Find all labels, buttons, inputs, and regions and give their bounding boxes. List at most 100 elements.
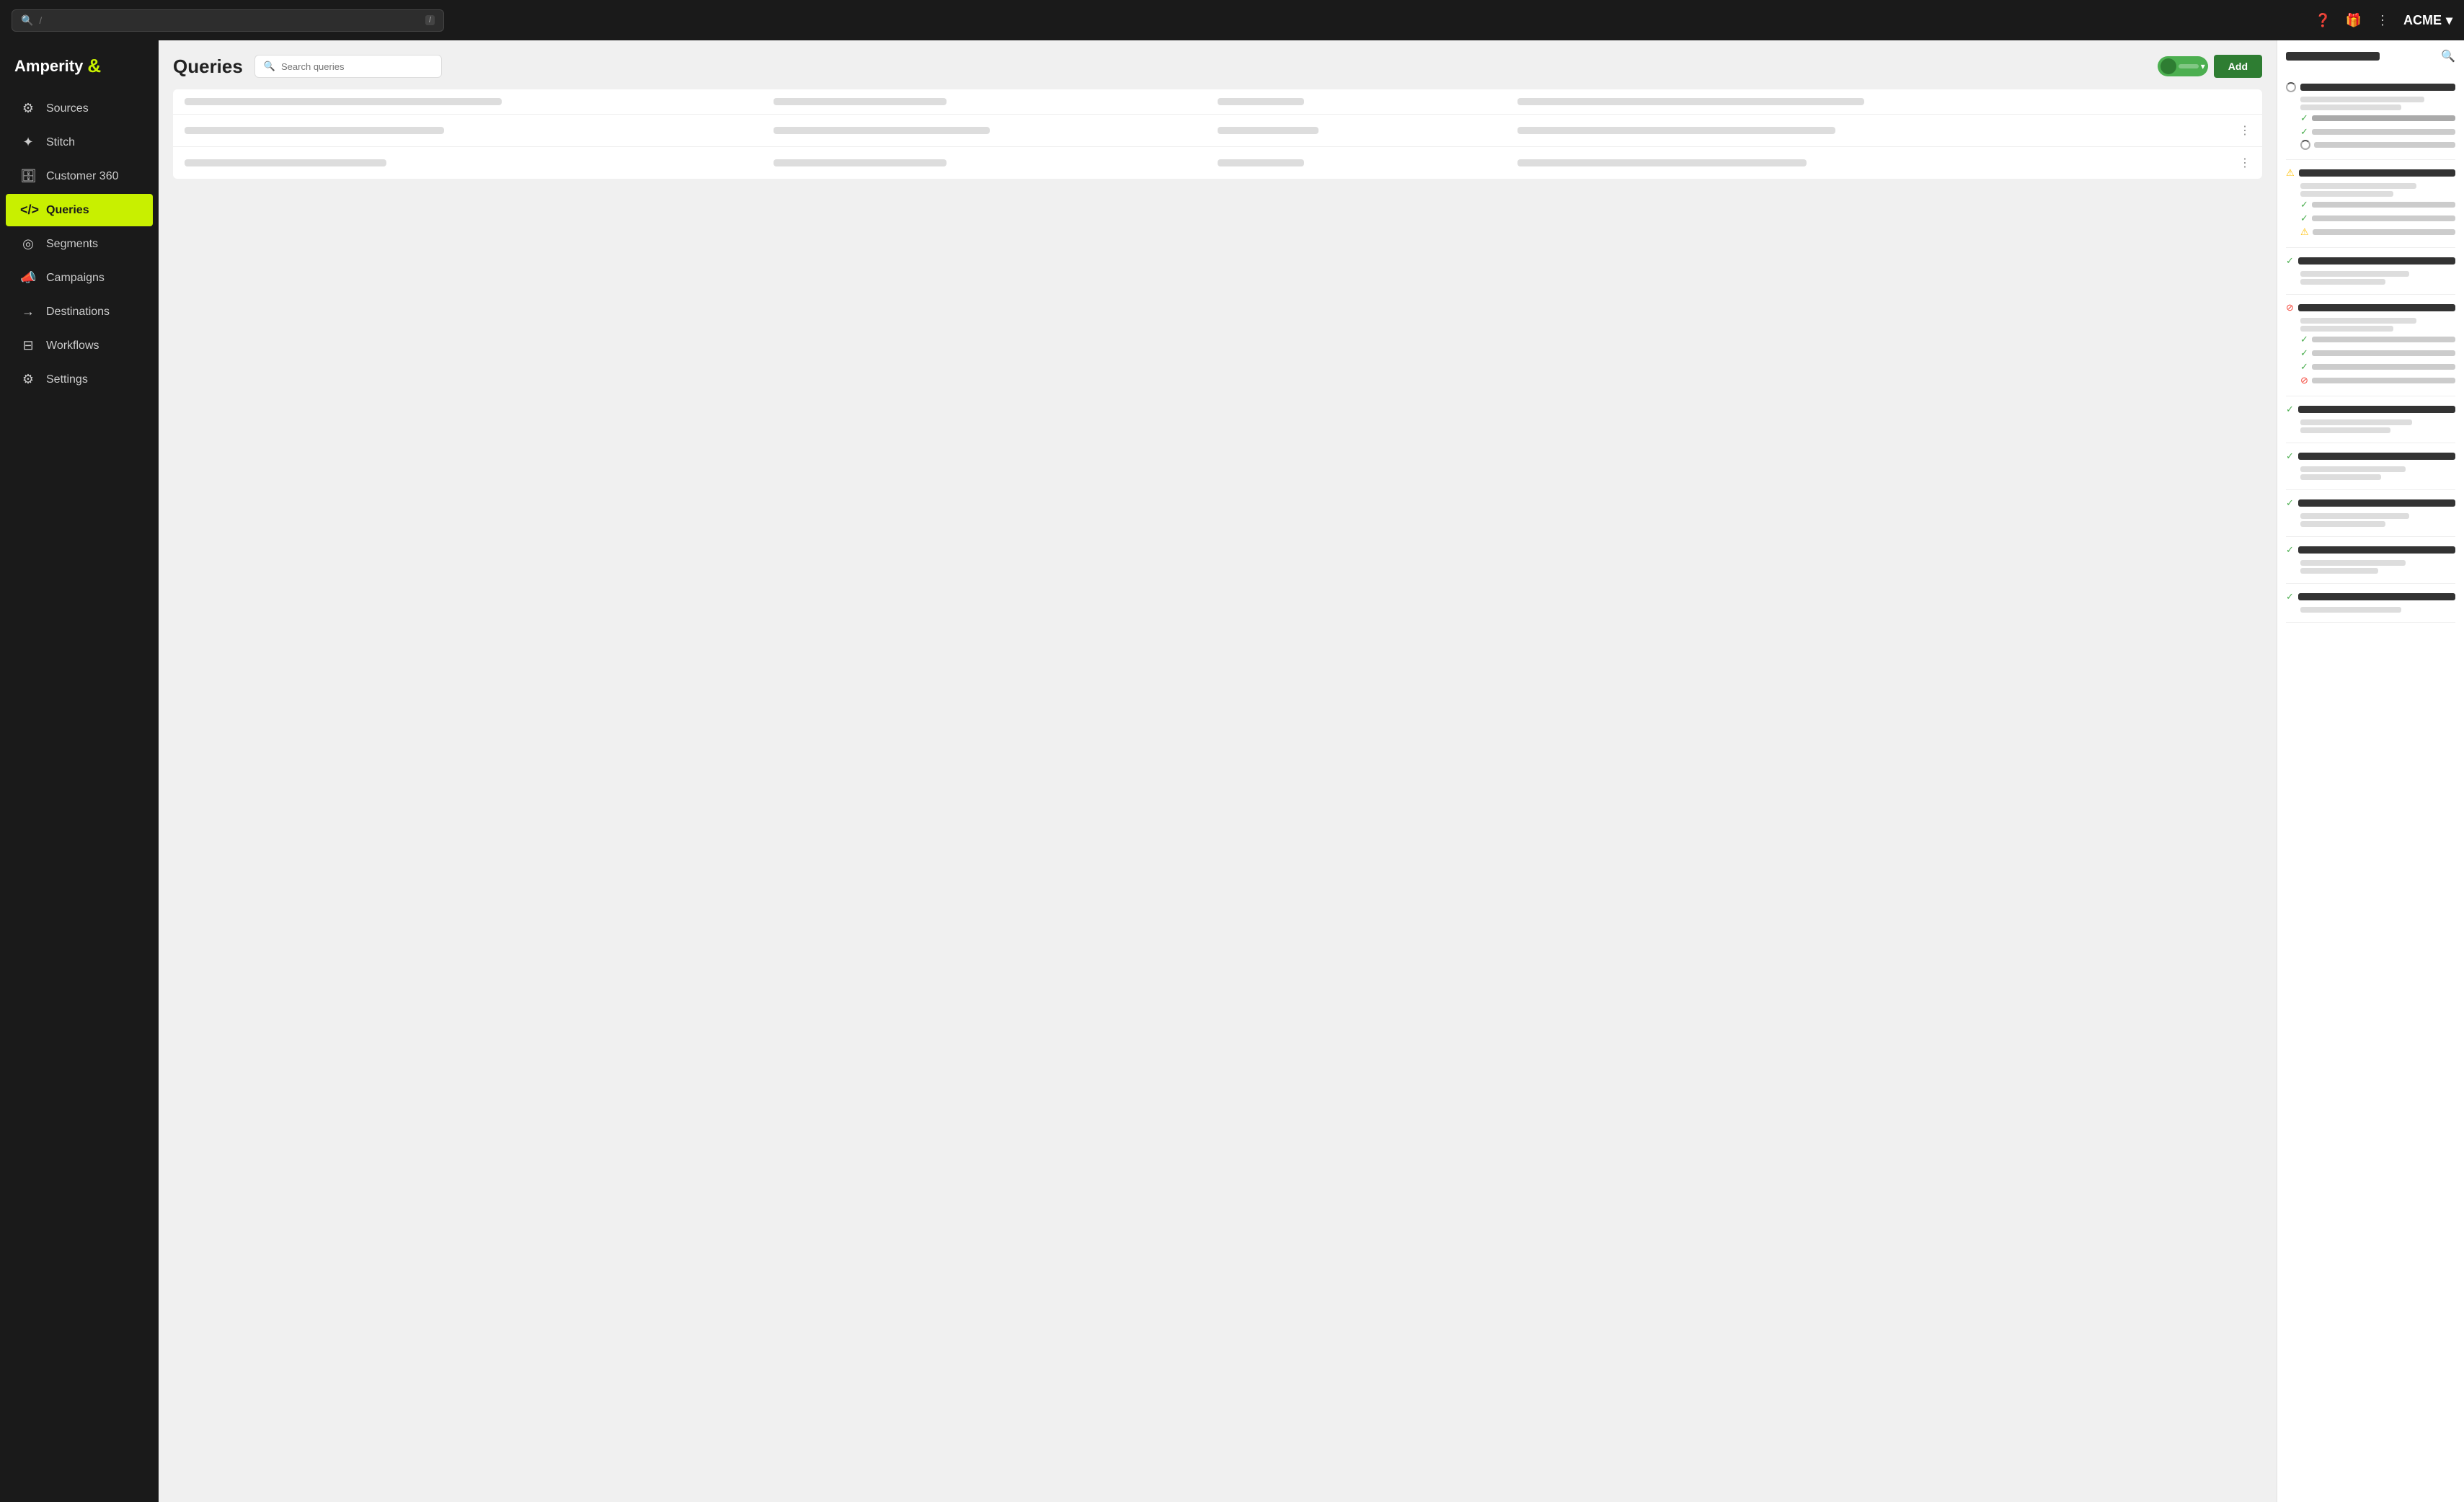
content-area: Queries 🔍 ▾ Add: [159, 40, 2464, 1502]
filter-row: ▾ Add: [2158, 55, 2262, 78]
sidebar-item-campaigns[interactable]: 📣 Campaigns: [6, 262, 153, 294]
right-panel-search-icon[interactable]: 🔍: [2441, 49, 2455, 63]
loading-icon: [2300, 140, 2310, 150]
chevron-down-icon: ▾: [2446, 13, 2452, 28]
sidebar-label-sources: Sources: [46, 102, 89, 115]
add-query-button[interactable]: Add: [2214, 55, 2262, 78]
item-title: [2298, 453, 2455, 460]
check-icon: ✓: [2300, 334, 2308, 345]
list-item: ✓: [2286, 537, 2455, 584]
settings-icon: ⚙: [20, 372, 36, 387]
list-item: ✓: [2286, 396, 2455, 443]
sidebar-item-workflows[interactable]: ⊟ Workflows: [6, 329, 153, 362]
search-queries-bar[interactable]: 🔍: [254, 55, 442, 78]
check-icon: ✓: [2300, 361, 2308, 373]
queries-icon: </>: [20, 203, 36, 218]
more-options-icon[interactable]: ⋮: [2376, 13, 2389, 28]
user-menu[interactable]: ACME ▾: [2403, 13, 2452, 28]
check-icon: ✓: [2300, 199, 2308, 210]
check-icon: ✓: [2300, 213, 2308, 224]
sidebar-label-segments: Segments: [46, 238, 98, 251]
queries-header: Queries 🔍 ▾ Add: [173, 55, 2262, 78]
sidebar-item-segments[interactable]: ◎ Segments: [6, 228, 153, 260]
table-row: [173, 89, 2262, 115]
sidebar-item-settings[interactable]: ⚙ Settings: [6, 363, 153, 396]
filter-toggle[interactable]: ▾: [2158, 56, 2208, 76]
table-row: ⋮: [173, 147, 2262, 179]
sidebar-label-customer360: Customer 360: [46, 170, 119, 183]
right-panel-title: [2286, 52, 2380, 61]
check-icon: ✓: [2300, 126, 2308, 138]
check-icon: ✓: [2286, 450, 2294, 462]
tenant-name: ACME: [2403, 13, 2442, 28]
sidebar-label-campaigns: Campaigns: [46, 272, 105, 285]
segments-icon: ◎: [20, 236, 36, 252]
list-item: ⚠ ✓ ✓ ⚠: [2286, 160, 2455, 248]
item-title: [2298, 546, 2455, 554]
sidebar-label-settings: Settings: [46, 373, 88, 386]
sidebar-label-queries: Queries: [46, 204, 89, 217]
item-title: [2298, 593, 2455, 600]
customer360-icon: 🗄: [20, 169, 36, 184]
warning-icon: ⚠: [2286, 167, 2295, 179]
app-name: Amperity: [14, 57, 83, 76]
warning-icon: ⚠: [2300, 226, 2309, 238]
app-logo: Amperity &: [0, 49, 159, 92]
page-title: Queries: [173, 55, 243, 78]
global-search-input[interactable]: [39, 15, 420, 26]
global-search[interactable]: 🔍 /: [12, 9, 444, 32]
item-title: [2298, 257, 2455, 265]
item-title: [2298, 406, 2455, 413]
sidebar: Amperity & ⚙ Sources ✦ Stitch 🗄 Customer…: [0, 40, 159, 1502]
check-icon: ✓: [2300, 112, 2308, 124]
sidebar-item-destinations[interactable]: → Destinations: [6, 295, 153, 328]
item-title: [2298, 499, 2455, 507]
check-icon: ✓: [2286, 497, 2294, 509]
help-icon[interactable]: ❓: [2315, 13, 2331, 28]
list-item: ✓: [2286, 443, 2455, 490]
list-item: ✓ ✓: [2286, 75, 2455, 160]
row-menu-button[interactable]: ⋮: [2239, 157, 2251, 169]
check-icon: ✓: [2286, 544, 2294, 556]
campaigns-icon: 📣: [20, 270, 36, 285]
search-queries-icon: 🔍: [264, 61, 275, 72]
table-row: ⋮: [173, 115, 2262, 147]
check-icon: ✓: [2286, 404, 2294, 415]
check-icon: ✓: [2286, 591, 2294, 603]
item-title: [2299, 169, 2455, 177]
topbar: 🔍 / ❓ 🎁 ⋮ ACME ▾: [0, 0, 2464, 40]
right-panel-header: 🔍: [2286, 49, 2455, 63]
sidebar-item-stitch[interactable]: ✦ Stitch: [6, 126, 153, 159]
sidebar-label-workflows: Workflows: [46, 339, 99, 352]
workflows-icon: ⊟: [20, 338, 36, 353]
main-panel: Queries 🔍 ▾ Add: [159, 40, 2277, 1502]
slash-badge: /: [425, 15, 435, 25]
sidebar-label-stitch: Stitch: [46, 136, 75, 149]
sidebar-label-destinations: Destinations: [46, 306, 110, 319]
stitch-icon: ✦: [20, 135, 36, 150]
item-title: [2300, 84, 2455, 91]
queries-table: ⋮ ⋮: [173, 89, 2262, 179]
main-layout: Amperity & ⚙ Sources ✦ Stitch 🗄 Customer…: [0, 40, 2464, 1502]
error-icon: ⊘: [2286, 302, 2294, 314]
item-title: [2298, 304, 2455, 311]
sources-icon: ⚙: [20, 101, 36, 116]
gift-icon[interactable]: 🎁: [2346, 13, 2362, 28]
sidebar-item-customer360[interactable]: 🗄 Customer 360: [6, 160, 153, 192]
list-item: ✓: [2286, 248, 2455, 295]
row-menu-button[interactable]: ⋮: [2239, 125, 2251, 137]
sidebar-item-queries[interactable]: </> Queries: [6, 194, 153, 226]
list-item: ✓: [2286, 584, 2455, 623]
check-icon: ✓: [2300, 347, 2308, 359]
check-icon: ✓: [2286, 255, 2294, 267]
list-item: ⊘ ✓ ✓ ✓ ⊘: [2286, 295, 2455, 396]
search-queries-input[interactable]: [281, 61, 425, 72]
topbar-actions: ❓ 🎁 ⋮ ACME ▾: [2315, 13, 2452, 28]
destinations-icon: →: [20, 304, 36, 319]
error-icon: ⊘: [2300, 375, 2308, 386]
sidebar-item-sources[interactable]: ⚙ Sources: [6, 92, 153, 125]
search-icon: 🔍: [21, 14, 33, 27]
loading-icon: [2286, 82, 2296, 92]
right-panel: 🔍 ✓ ✓ ⚠: [2277, 40, 2464, 1502]
logo-ampersand: &: [87, 55, 101, 77]
